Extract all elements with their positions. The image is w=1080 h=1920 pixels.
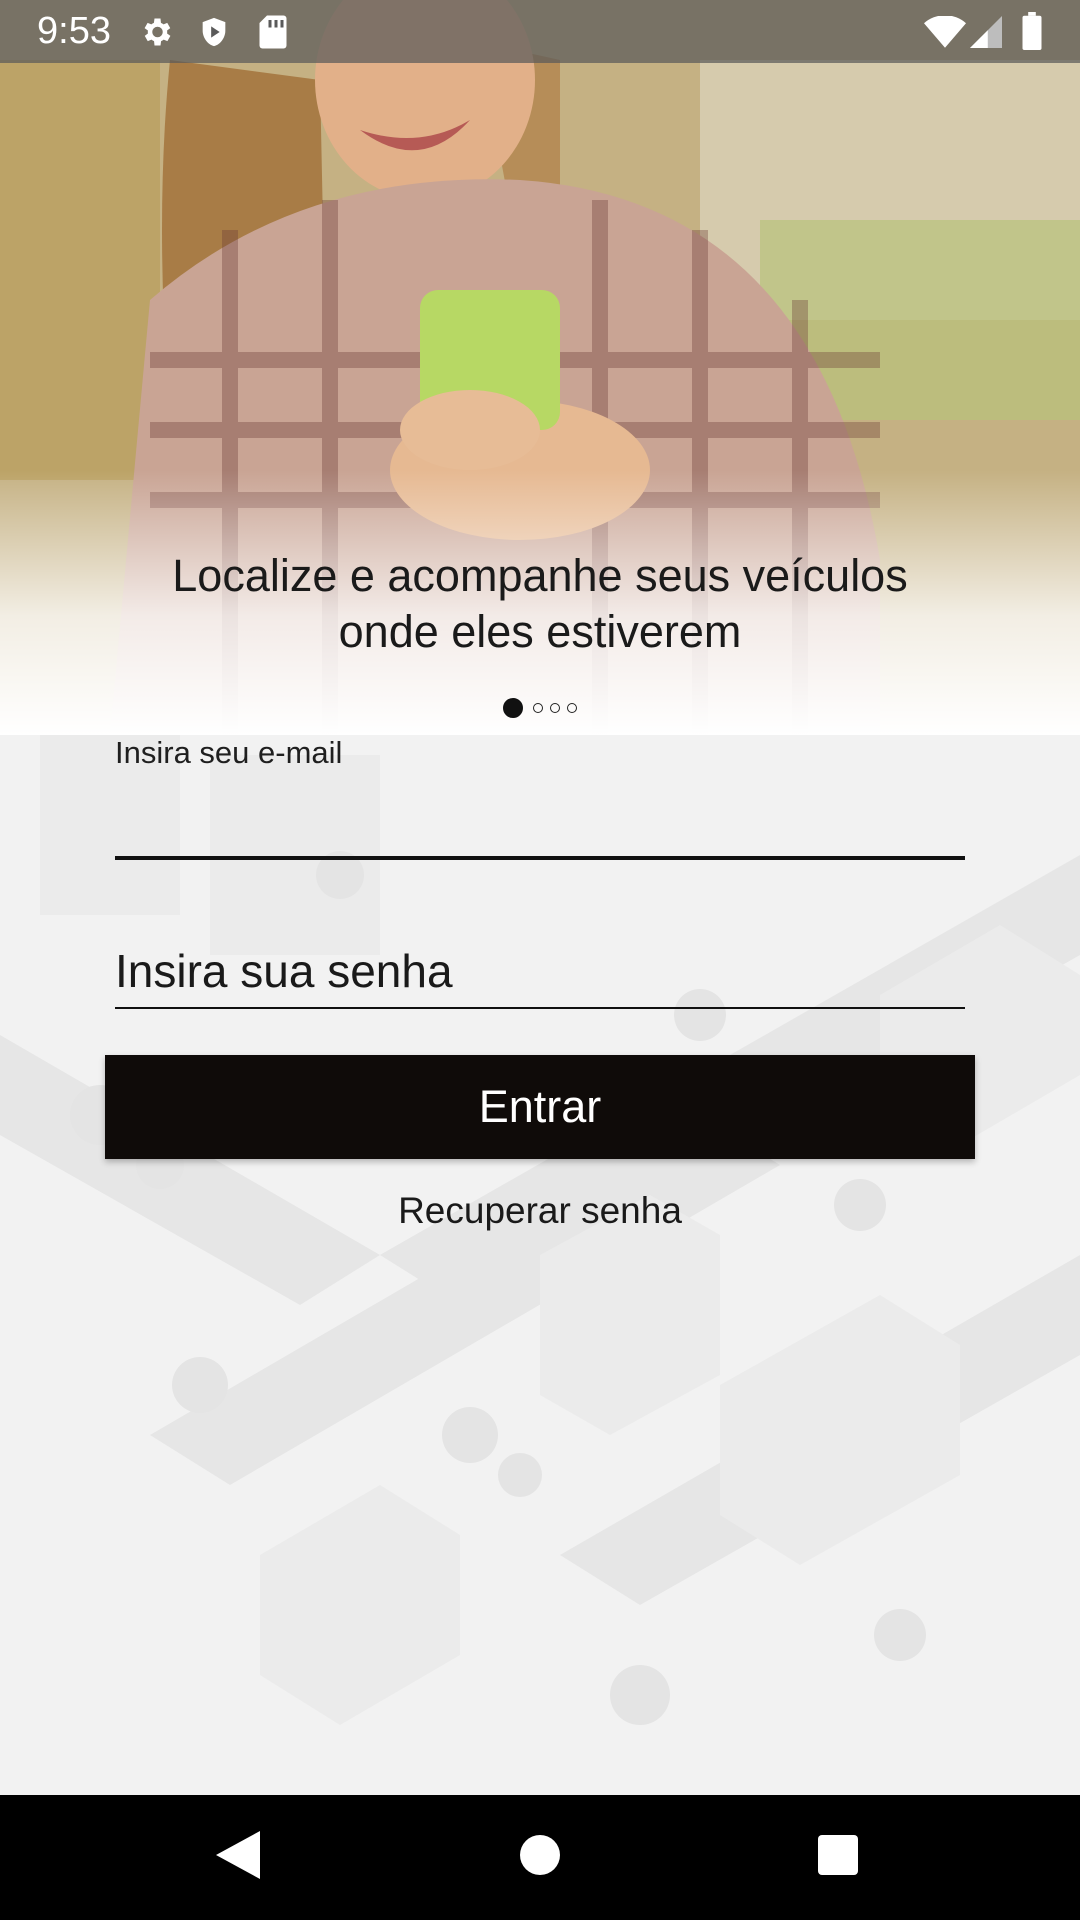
recents-icon [818,1835,858,1880]
city-background [0,735,1080,1795]
sd-card-icon [258,14,288,55]
password-field[interactable] [115,935,965,1009]
shield-icon [197,14,231,55]
wifi-icon [924,15,966,53]
navigation-bar [0,1795,1080,1920]
battery-icon [1022,12,1042,55]
back-icon [216,1831,260,1884]
pager-dot-2[interactable] [533,703,543,713]
recover-password-link[interactable]: Recuperar senha [0,1190,1080,1232]
home-icon [520,1835,560,1880]
email-label: Insira seu e-mail [115,735,343,770]
pager-dot-1[interactable] [503,698,523,718]
login-button[interactable]: Entrar [105,1055,975,1159]
hero-banner[interactable]: Localize e acompanhe seus veículos onde … [0,0,1080,735]
back-button[interactable] [168,1795,308,1920]
gear-icon [138,14,174,55]
hero-caption: Localize e acompanhe seus veículos onde … [172,550,908,657]
home-button[interactable] [470,1795,610,1920]
email-field[interactable] [115,770,965,860]
recents-button[interactable] [768,1795,908,1920]
login-screen: Localize e acompanhe seus veículos onde … [0,0,1080,1920]
pager-dot-4[interactable] [567,703,577,713]
status-bar: 9:53 [0,0,1080,63]
status-time: 9:53 [37,10,111,52]
pager-dot-3[interactable] [550,703,560,713]
cellular-signal-icon [970,16,1002,53]
carousel-pager[interactable] [0,698,1080,718]
city-illustration [0,735,1080,1795]
